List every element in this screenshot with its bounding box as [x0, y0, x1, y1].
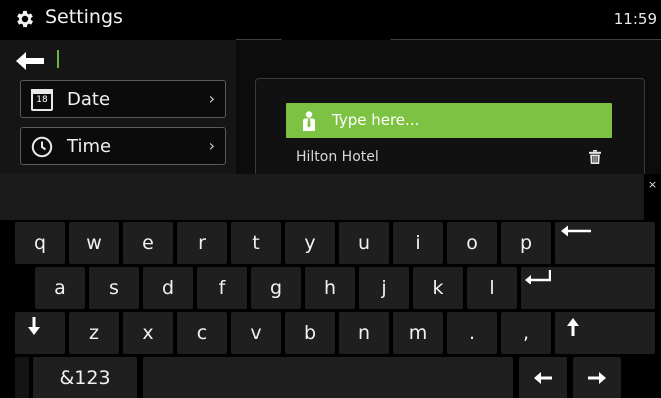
cursor-left-key[interactable] [519, 357, 567, 398]
menu-item-time[interactable]: Time › [20, 127, 226, 165]
menu-item-label: Date [67, 89, 111, 110]
list-item[interactable]: Hilton Hotel [296, 149, 379, 165]
key-period[interactable]: . [447, 312, 497, 354]
key-g[interactable]: g [251, 267, 301, 309]
enter-key[interactable] [521, 267, 655, 309]
key-k[interactable]: k [413, 267, 463, 309]
search-input[interactable]: Type here... [286, 103, 612, 138]
key-r[interactable]: r [177, 222, 227, 264]
menu-item-date[interactable]: 18 Date › [20, 80, 226, 118]
key-c[interactable]: c [177, 312, 227, 354]
key-s[interactable]: s [89, 267, 139, 309]
calendar-icon: 18 [31, 89, 53, 111]
key-d[interactable]: d [143, 267, 193, 309]
close-keyboard-button[interactable]: × [644, 174, 661, 220]
key-u[interactable]: u [339, 222, 389, 264]
gear-icon [17, 10, 33, 28]
key-b[interactable]: b [285, 312, 335, 354]
key-n[interactable]: n [339, 312, 389, 354]
trash-icon[interactable] [589, 150, 601, 164]
clock: 11:59 [613, 10, 657, 28]
clock-icon [31, 136, 53, 158]
key-l[interactable]: l [467, 267, 517, 309]
backspace-key[interactable] [555, 222, 655, 264]
key-j[interactable]: j [359, 267, 409, 309]
keyboard-input-strip [0, 174, 661, 220]
key-z[interactable]: z [69, 312, 119, 354]
key-comma[interactable]: , [501, 312, 551, 354]
top-bar: Settings 11:59 [0, 0, 661, 40]
key-t[interactable]: t [231, 222, 281, 264]
back-arrow-icon[interactable] [16, 52, 46, 70]
person-icon [303, 111, 315, 131]
key-i[interactable]: i [393, 222, 443, 264]
key-m[interactable]: m [393, 312, 443, 354]
key-f[interactable]: f [197, 267, 247, 309]
key-v[interactable]: v [231, 312, 281, 354]
space-key[interactable] [143, 357, 513, 398]
text-cursor [57, 50, 59, 68]
key-h[interactable]: h [305, 267, 355, 309]
key-w[interactable]: w [69, 222, 119, 264]
page-title: Settings [45, 6, 123, 28]
shift-down-key[interactable] [15, 312, 65, 354]
shift-up-key[interactable] [555, 312, 655, 354]
cursor-right-key[interactable] [573, 357, 621, 398]
key-o[interactable]: o [447, 222, 497, 264]
chevron-right-icon: › [208, 89, 215, 108]
arrow-down-icon [28, 317, 40, 335]
backspace-arrow-icon [561, 225, 591, 237]
chevron-right-icon: › [208, 136, 215, 155]
menu-item-label: Time [67, 136, 112, 157]
key-x[interactable]: x [123, 312, 173, 354]
arrow-left-icon [534, 372, 552, 384]
key-y[interactable]: y [285, 222, 335, 264]
keyboard-edge [15, 357, 29, 398]
enter-icon [525, 270, 551, 284]
key-q[interactable]: q [15, 222, 65, 264]
arrow-up-icon [567, 318, 579, 336]
arrow-right-icon [588, 372, 606, 384]
mode-switch-key[interactable]: &123 [33, 357, 137, 398]
key-a[interactable]: a [35, 267, 85, 309]
key-e[interactable]: e [123, 222, 173, 264]
key-p[interactable]: p [501, 222, 551, 264]
search-placeholder: Type here... [332, 111, 420, 129]
